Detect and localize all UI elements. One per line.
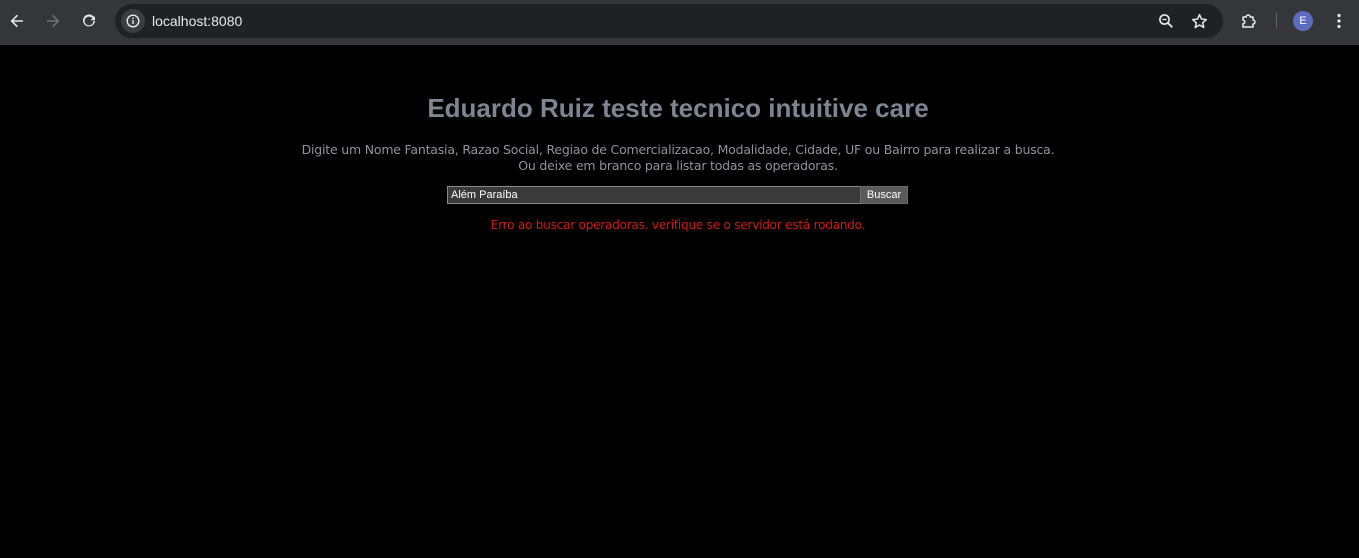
browser-toolbar: localhost:8080 E <box>0 0 1359 45</box>
search-input[interactable] <box>447 186 861 204</box>
avatar[interactable]: E <box>1293 11 1313 31</box>
kebab-menu-icon <box>1337 13 1341 29</box>
site-info-icon <box>126 14 140 28</box>
extensions-icon <box>1242 14 1256 28</box>
reload-button[interactable] <box>76 8 102 34</box>
instruction-line-2: Ou deixe em branco para listar todas as … <box>518 158 838 173</box>
instruction-line-1: Digite um Nome Fantasia, Razao Social, R… <box>301 142 1055 157</box>
back-arrow-icon <box>10 14 23 28</box>
zoom-button[interactable] <box>1156 11 1176 31</box>
zoom-icon <box>1159 14 1173 28</box>
address-bar[interactable]: localhost:8080 <box>115 4 1223 38</box>
browser-menu-button[interactable] <box>1328 10 1350 32</box>
forward-arrow-icon <box>47 14 60 28</box>
bookmark-star-icon <box>1191 13 1207 28</box>
bookmark-button[interactable] <box>1189 11 1209 31</box>
extensions-button[interactable] <box>1238 10 1260 32</box>
error-message: Erro ao buscar operadoras. verifique se … <box>490 218 866 232</box>
toolbar-divider <box>1276 13 1277 29</box>
page-content: Eduardo Ruiz teste tecnico intuitive car… <box>0 46 1359 558</box>
search-button[interactable]: Buscar <box>860 186 908 204</box>
page-title: Eduardo Ruiz teste tecnico intuitive car… <box>427 93 929 123</box>
search-form: Buscar <box>447 186 908 204</box>
url-text[interactable]: localhost:8080 <box>152 13 242 29</box>
forward-button[interactable] <box>40 8 66 34</box>
back-button[interactable] <box>4 8 30 34</box>
site-info-button[interactable] <box>121 9 145 33</box>
search-instructions: Digite um Nome Fantasia, Razao Social, R… <box>0 142 1356 174</box>
reload-icon <box>83 14 95 27</box>
